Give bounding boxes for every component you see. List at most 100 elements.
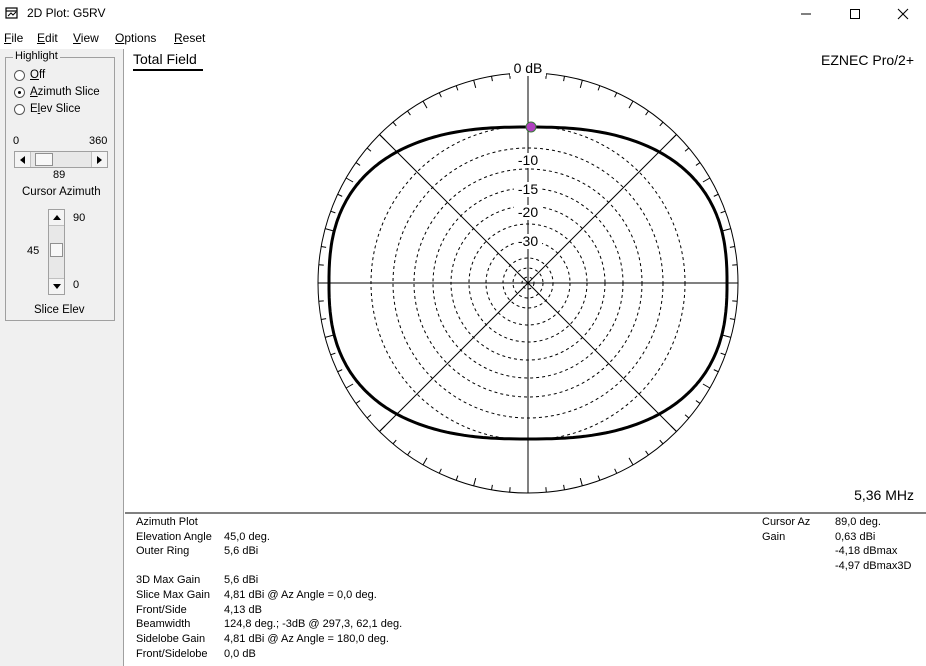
elevation-value: 45	[27, 245, 40, 257]
tick-235	[407, 110, 411, 116]
tick-65	[614, 468, 618, 474]
tick-125	[407, 450, 411, 456]
menu-options[interactable]: Options	[115, 31, 156, 45]
tick-155	[337, 369, 343, 373]
tick-225	[379, 134, 386, 141]
highlight-group: Highlight Off Azimuth Slice Elev Slice 0…	[5, 50, 115, 321]
tick-255	[473, 80, 477, 89]
tick-310	[659, 121, 664, 127]
radio-elev-slice-indicator[interactable]	[14, 103, 25, 115]
info-row-elevation-angle: Elevation Angle 45,0 deg.	[136, 531, 270, 543]
radio-azimuth-slice[interactable]: Azimuth Slice	[14, 85, 100, 99]
tick-110	[455, 475, 459, 481]
plot-title: Total Field	[133, 51, 197, 67]
info-row-cursor-gain: Gain 0,63 dBi	[762, 531, 876, 543]
info-panel: Azimuth Plot Elevation Angle 45,0 deg. Ou…	[125, 514, 926, 666]
radio-azimuth-slice-indicator[interactable]	[14, 86, 25, 98]
ring-label-3: -20	[518, 204, 538, 220]
azimuth-value: 89	[53, 169, 66, 181]
info-row-azimuth-plot: Azimuth Plot	[136, 516, 198, 528]
maximize-button[interactable]	[832, 0, 878, 28]
tick-290	[597, 85, 601, 91]
azimuth-max-label: 360	[89, 135, 108, 147]
menu-view[interactable]: View	[73, 31, 99, 45]
menu-edit[interactable]: Edit	[37, 31, 58, 45]
info-row-front-side: Front/Side 4,13 dB	[136, 604, 262, 616]
maximize-icon	[850, 9, 860, 19]
radio-off-indicator[interactable]	[14, 69, 25, 81]
tick-35	[695, 400, 701, 404]
info-row-slice-max-gain: Slice Max Gain 4,81 dBi @ Az Angle = 0,0 …	[136, 589, 377, 601]
radio-elev-slice[interactable]: Elev Slice	[14, 102, 81, 116]
info-row-outer-ring: Outer Ring 5,6 dBi	[136, 545, 259, 557]
close-icon	[897, 8, 909, 20]
info-row-front-sidelobe: Front/Sidelobe 0,0 dB	[136, 648, 256, 660]
azimuth-left-button[interactable]	[15, 152, 31, 167]
window-title: 2D Plot: G5RV	[27, 6, 106, 20]
tick-130	[392, 439, 397, 445]
tick-230	[392, 121, 397, 127]
arrow-right-icon	[96, 155, 102, 164]
tick-300	[628, 100, 634, 109]
tick-60	[628, 457, 634, 466]
minimize-button[interactable]	[783, 0, 829, 28]
tick-70	[597, 475, 601, 481]
tick-120	[422, 457, 428, 466]
elevation-down-button[interactable]	[49, 278, 64, 294]
tick-245	[438, 92, 442, 98]
tick-295	[614, 92, 618, 98]
radio-off[interactable]: Off	[14, 68, 45, 82]
elevation-max-label: 90	[73, 212, 86, 224]
tick-140	[366, 414, 372, 419]
plot-title-underline	[133, 69, 203, 71]
tick-220	[366, 147, 372, 152]
elevation-slider-thumb[interactable]	[50, 243, 63, 257]
menu-reset[interactable]: Reset	[174, 31, 205, 45]
tick-335	[713, 193, 719, 197]
tick-80	[563, 484, 565, 490]
tick-260	[491, 76, 493, 82]
radio-off-label: Off	[30, 69, 46, 81]
tick-205	[337, 193, 343, 197]
tick-10	[729, 318, 735, 320]
menu-bar: File Edit View Options Reset	[0, 28, 926, 49]
tick-115	[438, 468, 442, 474]
tick-105	[473, 477, 477, 486]
info-row-cursor-az: Cursor Az 89,0 deg.	[762, 516, 881, 528]
elevation-up-button[interactable]	[49, 210, 64, 226]
azimuth-slider-thumb[interactable]	[35, 153, 53, 166]
tick-50	[659, 439, 664, 445]
app-icon	[5, 7, 18, 19]
arrow-down-icon	[52, 283, 61, 289]
tick-280	[563, 76, 565, 82]
tick-320	[684, 147, 690, 152]
azimuth-caption: Cursor Azimuth	[22, 186, 101, 198]
control-panel: Highlight Off Azimuth Slice Elev Slice 0…	[0, 49, 124, 666]
cursor-marker[interactable]	[525, 121, 537, 133]
title-bar: 2D Plot: G5RV	[0, 0, 926, 28]
tick-30	[702, 383, 711, 389]
elevation-caption: Slice Elev	[34, 304, 85, 316]
polar-plot[interactable]: 0 dB -10 -15 -20 -30	[125, 49, 926, 512]
menu-file[interactable]: File	[4, 31, 23, 45]
azimuth-slider[interactable]	[14, 151, 108, 168]
info-row-dbmax: -4,18 dBmax	[835, 545, 898, 557]
tick-25	[713, 369, 719, 373]
tick-345	[722, 228, 731, 232]
tick-55	[645, 450, 649, 456]
tick-350	[729, 246, 735, 248]
ring-label-0: 0 dB	[514, 60, 543, 76]
tick-100	[491, 484, 493, 490]
tick-15	[722, 334, 731, 338]
tick-340	[720, 210, 726, 214]
highlight-group-label: Highlight	[13, 50, 60, 62]
azimuth-right-button[interactable]	[91, 152, 107, 167]
info-row-sidelobe-gain: Sidelobe Gain 4,81 dBi @ Az Angle = 180,0…	[136, 633, 389, 645]
tick-165	[325, 334, 334, 338]
info-row-beamwidth: Beamwidth 124,8 deg.; -3dB @ 297,3, 62,1 …	[136, 618, 403, 630]
radio-elev-slice-label: Elev Slice	[30, 103, 81, 115]
close-button[interactable]	[880, 0, 926, 28]
tick-150	[345, 383, 354, 389]
brand-label: EZNEC Pro/2+	[821, 52, 914, 68]
elevation-slider[interactable]	[48, 209, 65, 295]
